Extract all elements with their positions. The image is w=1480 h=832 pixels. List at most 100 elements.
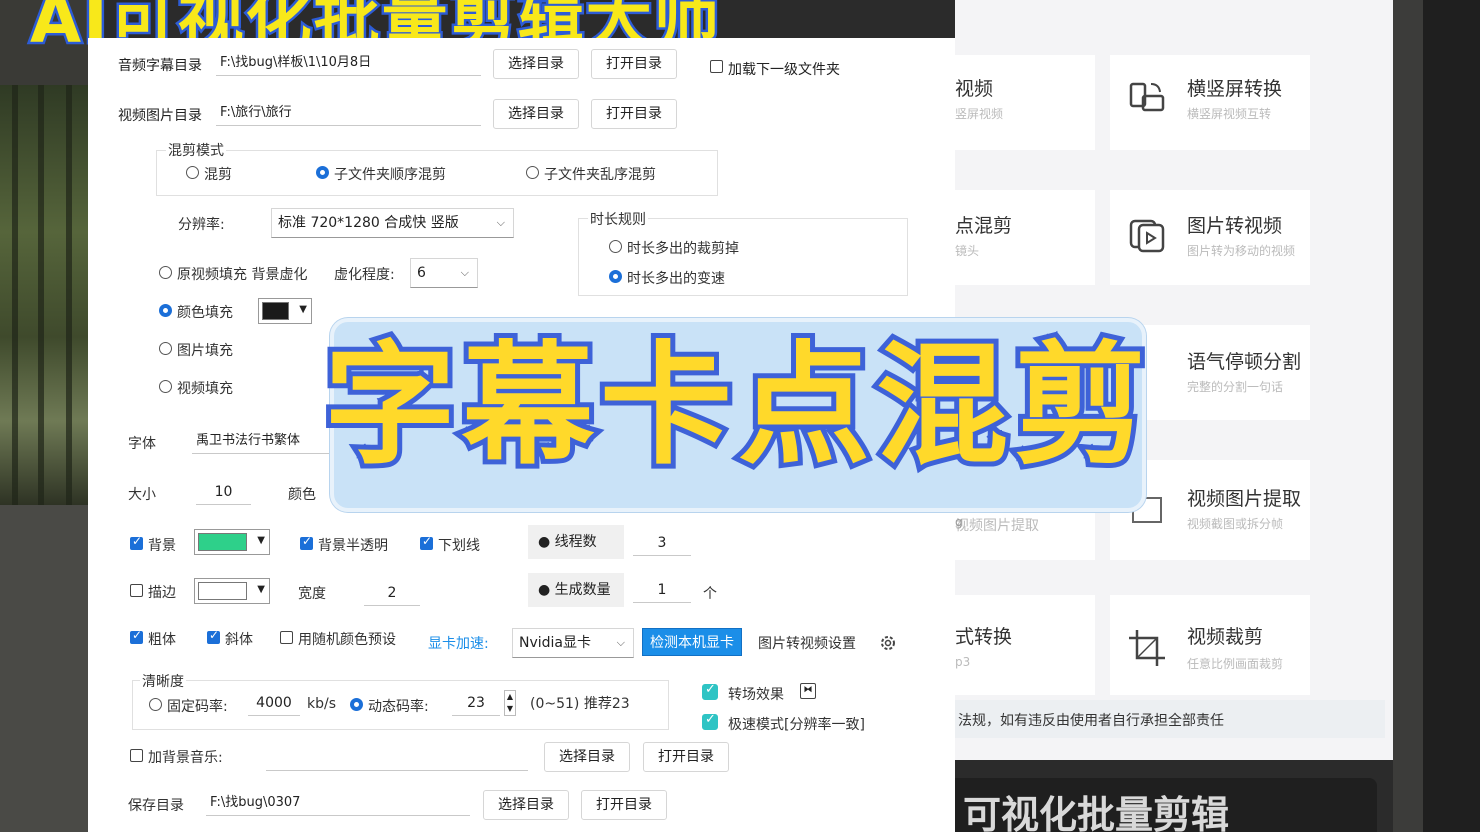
gpu-value: Nvidia显卡 [519,635,592,651]
random-color-checkbox[interactable] [280,631,293,644]
gen-count-field: ● 生成数量 [528,573,624,607]
bottom-banner: 可视化批量剪辑 [955,778,1377,832]
background-label: 背景 [148,538,176,554]
bg-semi-transparent-checkbox[interactable] [300,534,313,550]
resolution-select[interactable]: 标准 720*1280 合成快 竖版 ⌵ [271,208,514,238]
threads-field: ● 线程数 [528,525,624,559]
fixed-bitrate-input[interactable]: 4000 [248,690,300,716]
duration-rule-radio[interactable] [609,240,622,253]
blur-select[interactable]: 6 ⌵ [410,258,478,288]
background-checkbox[interactable] [130,534,143,550]
transition-settings-icon[interactable]: ⧓ [800,683,816,699]
fast-mode-checkbox[interactable] [702,712,718,730]
fill-mode-radio[interactable] [159,304,172,317]
feature-title: 横竖屏转换 [1187,78,1283,100]
random-color-label: 用随机颜色预设 [298,632,396,648]
mix-mode-radio[interactable] [526,166,539,179]
blur-value: 6 [417,265,426,281]
bold-label: 粗体 [148,632,176,648]
mix-mode-radio[interactable] [186,166,199,179]
width-label: 宽度 [298,586,326,602]
feature-title: 图片转视频 [1187,215,1283,237]
fill-mode-radio[interactable] [159,342,172,355]
mix-mode-option: 混剪 [204,167,232,183]
mix-mode-radio[interactable] [316,166,329,179]
mix-mode-label: 混剪模式 [166,140,226,160]
gen-count-label: 生成数量 [554,582,611,598]
dynamic-bitrate-input[interactable]: 23 [452,690,500,716]
feature-title: 视频裁剪 [1187,626,1264,648]
duration-rule-radio[interactable] [609,270,622,283]
fill-color-picker[interactable]: ▼ [258,298,312,324]
fill-image-label: 图片填充 [177,343,233,359]
transition-checkbox[interactable] [702,682,718,700]
save-dir-label: 保存目录 [128,798,184,814]
feature-title: 语气停顿分割 [1187,351,1302,373]
load-subfolder-checkbox[interactable] [710,60,723,73]
font-select[interactable]: 禹卫书法行书繁体 [192,428,332,454]
gen-count-input[interactable]: 1 [633,577,691,603]
save-open-dir-button[interactable]: 打开目录 [581,790,667,820]
fill-mode-radio[interactable] [159,266,172,279]
bg-music-checkbox[interactable] [130,749,143,762]
feature-card[interactable] [955,55,1095,150]
resolution-label: 分辨率: [178,217,225,233]
video-open-dir-button[interactable]: 打开目录 [591,99,677,129]
chevron-down-icon: ⌵ [616,636,625,649]
music-select-dir-button[interactable]: 选择目录 [544,742,630,772]
background-color-picker[interactable]: ▼ [194,529,270,555]
dropdown-arrow-icon: ▼ [257,584,265,595]
size-input[interactable]: 10 [196,479,251,505]
fill-color-label: 颜色填充 [177,305,233,321]
stroke-color-picker[interactable]: ▼ [194,578,270,604]
bitrate-spinner[interactable]: ▲ ▼ [504,690,516,716]
fill-mode-radio[interactable] [159,380,172,393]
img2video-settings-link[interactable]: 图片转视频设置 [758,633,856,653]
underline-checkbox[interactable] [420,534,433,550]
width-input[interactable]: 2 [364,580,420,606]
bold-checkbox[interactable] [130,628,143,644]
audio-open-dir-button[interactable]: 打开目录 [591,49,677,79]
feature-subtitle: 任意比例画面裁剪 [1187,657,1284,671]
italic-checkbox[interactable] [207,628,220,644]
feature-subtitle: 视频截图或拆分帧 [1187,517,1284,531]
music-open-dir-button[interactable]: 打开目录 [643,742,729,772]
threads-input[interactable]: 3 [633,530,691,556]
audio-select-dir-button[interactable]: 选择目录 [493,49,579,79]
color-swatch [198,582,247,600]
threads-label: 线程数 [554,534,597,550]
rotate-screen-icon [1129,82,1165,112]
overlay-title: 字幕卡点混剪 [319,324,1152,488]
fixed-bitrate-radio[interactable] [149,698,162,711]
resolution-value: 标准 720*1280 合成快 竖版 [278,215,459,231]
video-select-dir-button[interactable]: 选择目录 [493,99,579,129]
bg-music-label: 加背景音乐: [148,750,223,766]
fast-mode-label: 极速模式[分辨率一致] [728,717,865,733]
detect-gpu-button[interactable]: 检测本机显卡 [642,628,742,656]
duration-rule-option: 时长多出的变速 [627,271,725,287]
save-dir-input[interactable]: F:\找bug\0307 [206,790,470,816]
audio-dir-input[interactable]: F:\找bug\样板\1\10月8日 [216,50,481,76]
save-select-dir-button[interactable]: 选择目录 [483,790,569,820]
dynamic-bitrate-radio[interactable] [350,698,363,711]
forest-video-frame [0,85,90,505]
chevron-down-icon: ⌵ [496,216,505,229]
gpu-label: 显卡加速: [428,636,489,652]
gen-count-unit: 个 [703,586,717,602]
gear-icon[interactable] [878,633,898,653]
font-label: 字体 [128,436,156,452]
color-swatch [262,302,289,320]
audio-dir-label: 音频字幕目录 [118,58,202,74]
feature-subtitle: 横竖屏视频互转 [1187,107,1272,121]
bg-music-input[interactable] [266,745,528,771]
feature-subtitle: p3 [955,655,971,669]
gpu-select[interactable]: Nvidia显卡 ⌵ [512,628,634,658]
stroke-label: 描边 [148,585,176,601]
dynamic-bitrate-label: 动态码率: [368,699,429,715]
stroke-checkbox[interactable] [130,584,143,597]
video-dir-input[interactable]: F:\旅行\旅行 [216,100,481,126]
mix-mode-option: 子文件夹顺序混剪 [334,167,446,183]
feature-title: 式转换 [955,626,1013,648]
video-dir-label: 视频图片目录 [118,108,202,124]
video-background-right-inner [1393,0,1423,832]
